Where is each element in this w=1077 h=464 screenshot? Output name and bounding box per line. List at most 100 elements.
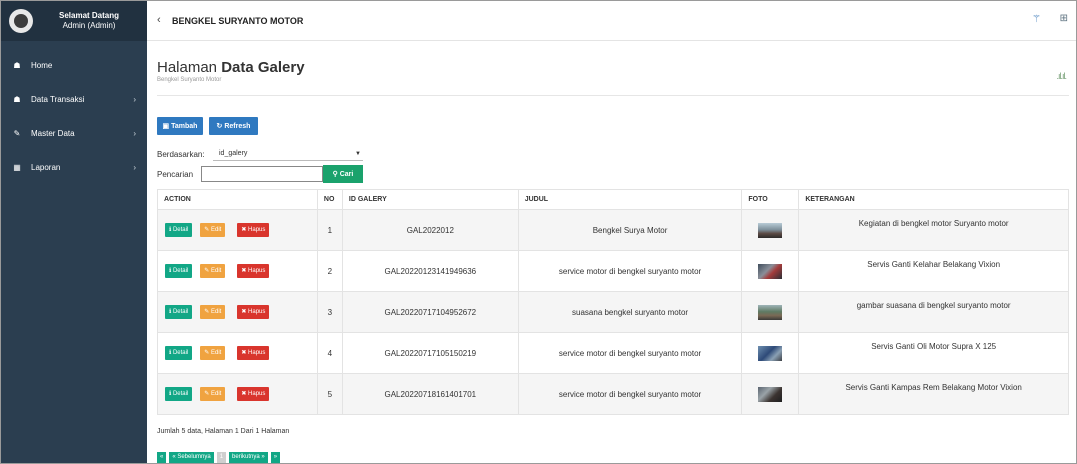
sidebar-toggle-icon[interactable]: ‹: [157, 14, 161, 26]
search-button[interactable]: ⚲ Cari: [323, 165, 363, 183]
edit-label: Edit: [211, 350, 222, 356]
id-cell: GAL20220717105150219: [341, 332, 519, 374]
foto-thumbnail[interactable]: [758, 222, 783, 238]
no-cell: 1: [316, 209, 343, 251]
hapus-button[interactable]: ✖ Hapus: [237, 264, 270, 278]
edit-button[interactable]: ✎ Edit: [200, 223, 226, 237]
edit-button[interactable]: ✎ Edit: [200, 305, 226, 319]
col-header-keterangan: KETERANGAN: [798, 189, 1069, 210]
hapus-button[interactable]: ✖ Hapus: [237, 223, 270, 237]
calendar-icon: ▦: [13, 162, 21, 172]
hapus-label: Hapus: [248, 391, 266, 397]
table-row: ℹ Detail ✎ Edit ✖ Hapus 3 GAL2022071710495…: [157, 291, 1069, 333]
foto-cell: [741, 373, 800, 415]
sidebar-item-data-transaksi[interactable]: ☗ Data Transaksi ›: [1, 90, 147, 108]
edit-icon: ✎: [13, 128, 21, 138]
home-icon: ☗: [13, 60, 21, 70]
no-cell: 2: [316, 250, 343, 292]
foto-thumbnail[interactable]: [758, 304, 783, 320]
bar-chart-icon: .ıl.ıl.: [1056, 71, 1066, 81]
edit-button[interactable]: ✎ Edit: [200, 264, 226, 278]
user-panel: Selamat Datang Admin (Admin): [1, 1, 147, 41]
sidebar-item-laporan[interactable]: ▦ Laporan ›: [1, 158, 147, 176]
caret-down-icon: ▼: [355, 151, 361, 157]
chevron-right-icon: ›: [133, 162, 136, 172]
chevron-right-icon: ›: [133, 128, 136, 138]
page-number-button[interactable]: 1: [216, 452, 227, 463]
edit-label: Edit: [211, 391, 222, 397]
keterangan-cell: Servis Ganti Oli Motor Supra X 125: [798, 332, 1069, 374]
detail-button[interactable]: ℹ Detail: [165, 223, 193, 237]
judul-cell: service motor di bengkel suryanto motor: [517, 250, 743, 292]
no-cell: 5: [316, 373, 343, 415]
detail-label: Detail: [172, 391, 189, 397]
col-header-id-galery: ID GALERY: [341, 189, 519, 210]
filter-by-select[interactable]: id_galery ▼: [213, 147, 363, 161]
judul-cell: Bengkel Surya Motor: [517, 209, 743, 251]
tambah-button[interactable]: ▣ Tambah: [157, 117, 203, 135]
detail-button[interactable]: ℹ Detail: [165, 264, 193, 278]
pagination-summary: Jumlah 5 data, Halaman 1 Dari 1 Halaman: [157, 428, 290, 435]
detail-button[interactable]: ℹ Detail: [165, 346, 193, 360]
judul-cell: service motor di bengkel suryanto motor: [517, 373, 743, 415]
plus-icon: ▣: [162, 123, 172, 130]
edit-button[interactable]: ✎ Edit: [200, 387, 226, 401]
last-page-button[interactable]: »: [270, 452, 281, 463]
action-cell: ℹ Detail ✎ Edit ✖ Hapus: [157, 291, 318, 333]
expand-icon[interactable]: ⊞: [1060, 13, 1068, 24]
detail-button[interactable]: ℹ Detail: [165, 305, 193, 319]
foto-thumbnail[interactable]: [758, 386, 783, 402]
foto-cell: [741, 291, 800, 333]
sidebar-item-label: Home: [31, 60, 53, 70]
col-header-foto: FOTO: [741, 189, 800, 210]
detail-button[interactable]: ℹ Detail: [165, 387, 193, 401]
user-avatar-icon: [14, 14, 28, 28]
avatar: [9, 9, 33, 33]
sidebar: Selamat Datang Admin (Admin) ☗ Home ☗ Da…: [1, 1, 147, 463]
foto-cell: [741, 332, 800, 374]
search-button-label: Cari: [339, 170, 354, 178]
hapus-label: Hapus: [248, 309, 266, 315]
sidebar-item-home[interactable]: ☗ Home: [1, 56, 147, 74]
table-header-row: ACTION NO ID GALERY JUDUL FOTO KETERANGA…: [157, 189, 1069, 210]
judul-cell: suasana bengkel suryanto motor: [517, 291, 743, 333]
home-icon: ☗: [13, 94, 21, 104]
welcome-text: Selamat Datang: [59, 11, 120, 20]
no-cell: 3: [316, 291, 343, 333]
edit-button[interactable]: ✎ Edit: [200, 346, 226, 360]
sidebar-item-label: Master Data: [31, 128, 75, 138]
paint-bucket-icon[interactable]: ⚚: [1032, 14, 1041, 25]
sidebar-item-master-data[interactable]: ✎ Master Data ›: [1, 124, 147, 142]
table-row: ℹ Detail ✎ Edit ✖ Hapus 5 GAL2022071816140…: [157, 373, 1069, 415]
sidebar-item-label: Laporan: [31, 162, 61, 172]
foto-thumbnail[interactable]: [758, 263, 783, 279]
no-cell: 4: [316, 332, 343, 374]
hapus-button[interactable]: ✖ Hapus: [237, 305, 270, 319]
foto-cell: [741, 209, 800, 251]
next-page-button[interactable]: berikutnya »: [229, 452, 268, 463]
action-cell: ℹ Detail ✎ Edit ✖ Hapus: [157, 332, 318, 374]
detail-label: Detail: [172, 309, 189, 315]
action-cell: ℹ Detail ✎ Edit ✖ Hapus: [157, 373, 318, 415]
hapus-button[interactable]: ✖ Hapus: [237, 346, 270, 360]
keterangan-cell: Servis Ganti Kampas Rem Belakang Motor V…: [798, 373, 1069, 415]
edit-label: Edit: [211, 268, 222, 274]
first-page-button[interactable]: «: [157, 452, 167, 463]
divider: [157, 95, 1069, 96]
hapus-label: Hapus: [248, 227, 266, 233]
search-input[interactable]: [201, 166, 323, 182]
brand-title: BENGKEL SURYANTO MOTOR: [172, 16, 304, 26]
refresh-button[interactable]: ↻ Refresh: [209, 117, 258, 135]
sidebar-item-label: Data Transaksi: [31, 94, 85, 104]
judul-cell: service motor di bengkel suryanto motor: [517, 332, 743, 374]
edit-label: Edit: [211, 309, 222, 315]
id-cell: GAL20220123141949636: [341, 250, 519, 292]
user-info: Selamat Datang Admin (Admin): [59, 11, 119, 31]
hapus-button[interactable]: ✖ Hapus: [237, 387, 270, 401]
action-cell: ℹ Detail ✎ Edit ✖ Hapus: [157, 209, 318, 251]
prev-page-button[interactable]: « Sebelumnya: [169, 452, 214, 463]
foto-thumbnail[interactable]: [758, 345, 783, 361]
page-title-plain: Halaman: [157, 59, 218, 76]
pagination: « « Sebelumnya 1 berikutnya » »: [157, 452, 283, 463]
filter-by-value: id_galery: [219, 150, 248, 157]
